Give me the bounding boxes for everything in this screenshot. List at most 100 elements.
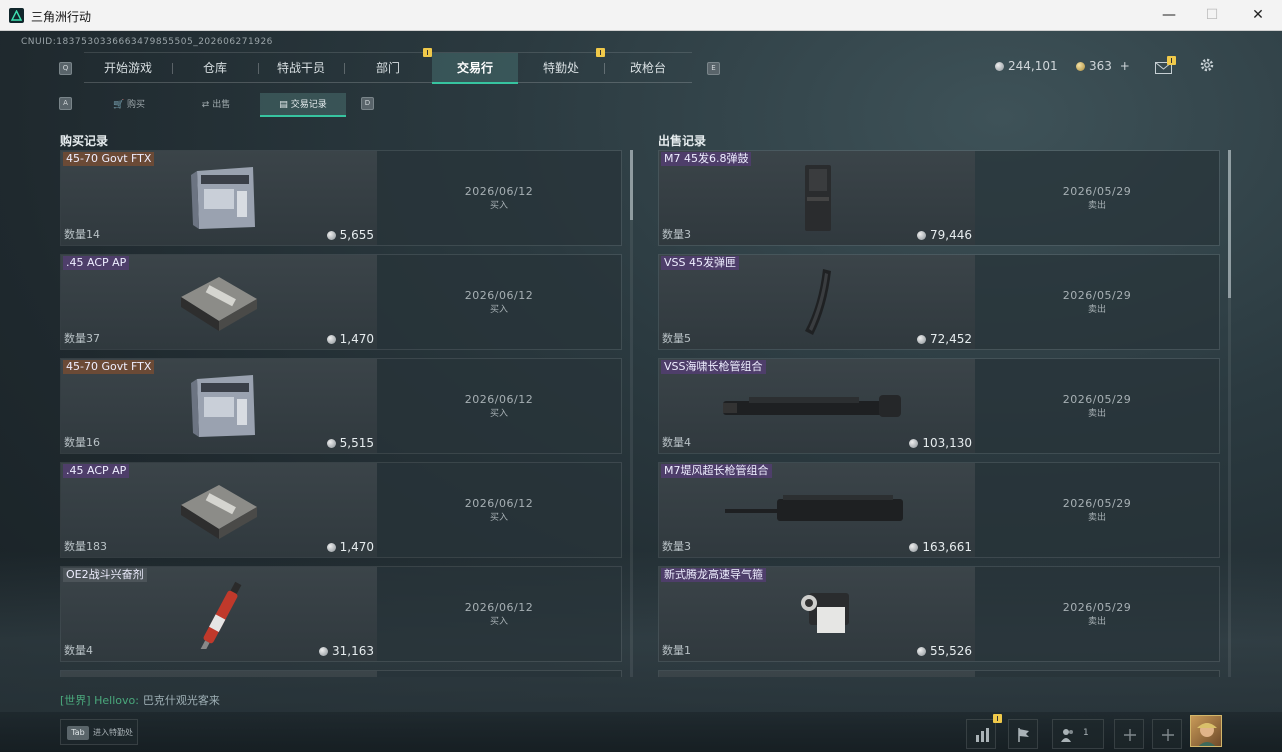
item-image-area: M7堤风超长枪管组合 数量3 163,661 [659,463,975,557]
item-image-area: VSS 45发弹匣 数量5 72,452 [659,255,975,349]
purchase-records-list[interactable]: 45-70 Govt FTX 数量14 5,655 2026/06/12 买入 … [60,150,624,677]
sales-record-item[interactable]: VSS 45发弹匣 数量5 72,452 2026/05/29 卖出 [658,254,1220,350]
avatar[interactable] [1190,715,1222,747]
purchase-scroll-thumb[interactable] [630,150,633,220]
sell-icon: ⇄ [201,100,210,110]
sales-scroll-thumb[interactable] [1228,150,1231,298]
stats-icon[interactable] [966,719,996,749]
gold-currency: 363 + [1076,59,1130,73]
record-date: 2026/05/29 [1062,185,1132,198]
world-chat-line[interactable]: [世界] Hellovo: 巴克什观光客来 [60,692,220,708]
sales-record-item[interactable]: 新式腾龙高速导气箍 数量1 55,526 2026/05/29 卖出 [658,566,1220,662]
item-image-area: .45 ACP AP 数量37 1,470 [61,255,377,349]
subtab-sell[interactable]: ⇄ 出售 [173,93,259,117]
subtab-next-key[interactable]: D [361,97,374,110]
close-button[interactable]: ✕ [1235,0,1281,31]
flag-icon[interactable] [1008,719,1038,749]
item-quantity: 数量1 [662,644,691,657]
purchase-record-item[interactable]: .45 ACP AP 数量183 1,470 2026/06/12 买入 [60,462,622,558]
friends-count: 1 [1083,728,1089,738]
tab-start-game[interactable]: 开始游戏 [84,53,172,84]
purchase-record-item-partial[interactable] [60,670,622,677]
subtab-buy[interactable]: 🛒 购买 [86,93,172,117]
subtab-records-label: 交易记录 [290,100,327,110]
item-image-area [659,671,975,677]
purchase-records-title: 购买记录 [60,134,109,148]
record-action: 卖出 [1087,305,1106,315]
item-price-value: 5,515 [339,436,374,450]
subtab-buy-label: 购买 [127,100,146,110]
record-detail: 2026/05/29 卖出 [975,151,1219,245]
tab-special-ops[interactable]: 特勤处 [518,53,604,84]
gold-coin-icon [1076,62,1085,71]
subtab-prev-key[interactable]: A [59,97,72,110]
item-name: M7堤风超长枪管组合 [661,464,772,478]
record-date: 2026/06/12 [464,393,534,406]
record-detail: 2026/05/29 卖出 [975,359,1219,453]
tab-operators[interactable]: 特战干员 [258,53,344,84]
silver-coin-icon [917,231,926,240]
enter-special-ops-hint[interactable]: Tab 进入特勤处 [60,719,138,745]
ammo-box-small-icon [171,475,271,545]
special-ops-alert-badge [596,48,605,57]
item-price-value: 31,163 [332,644,374,658]
tab-warehouse[interactable]: 仓库 [172,53,258,84]
item-quantity: 数量4 [662,436,691,449]
item-price: 5,515 [326,436,374,450]
item-price: 163,661 [909,540,972,554]
record-action: 买入 [489,201,508,211]
purchase-record-item[interactable]: 45-70 Govt FTX 数量14 5,655 2026/06/12 买入 [60,150,622,246]
add-teammate-slot-2[interactable] [1152,719,1182,749]
mail-alert-badge [1167,56,1176,65]
record-action: 卖出 [1087,617,1106,627]
chat-message: 巴克什观光客来 [142,694,220,707]
record-detail: 2026/05/29 卖出 [975,567,1219,661]
purchase-scrollbar[interactable] [630,150,633,677]
item-price: 79,446 [917,228,972,242]
item-quantity: 数量4 [64,644,93,657]
item-name: VSS海啸长枪管组合 [661,360,766,374]
record-date: 2026/06/12 [464,601,534,614]
record-action: 买入 [489,617,508,627]
item-price-value: 55,526 [930,644,972,658]
sales-record-item-partial[interactable] [658,670,1220,677]
purchase-record-item[interactable]: OE2战斗兴奋剂 数量4 31,163 2026/06/12 买入 [60,566,622,662]
purchase-record-item[interactable]: 45-70 Govt FTX 数量16 5,515 2026/06/12 买入 [60,358,622,454]
silver-coin-icon [326,439,336,448]
record-action: 卖出 [1087,201,1106,211]
item-quantity: 数量183 [64,540,107,553]
item-quantity: 数量14 [64,228,100,241]
minimize-button[interactable]: — [1146,0,1192,31]
maximize-button[interactable]: ☐ [1189,0,1235,31]
enter-special-ops-label: 进入特勤处 [93,728,133,737]
sales-scrollbar[interactable] [1228,150,1231,677]
item-quantity: 数量3 [662,228,691,241]
item-name: OE2战斗兴奋剂 [63,568,147,582]
tab-gunsmith[interactable]: 改枪台 [604,53,692,84]
sales-records-list[interactable]: M7 45发6.8弹鼓 数量3 79,446 2026/05/29 卖出 VSS… [658,150,1222,677]
tab-trading[interactable]: 交易行 [432,53,518,84]
add-teammate-slot-1[interactable] [1114,719,1144,749]
syringe-icon [171,579,271,649]
record-action: 买入 [489,305,508,315]
tab-department[interactable]: 部门 [344,53,432,84]
sales-record-item[interactable]: M7堤风超长枪管组合 数量3 163,661 2026/05/29 卖出 [658,462,1220,558]
sales-record-item[interactable]: M7 45发6.8弹鼓 数量3 79,446 2026/05/29 卖出 [658,150,1220,246]
record-icon: ▤ [279,100,288,110]
nav-prev-key[interactable]: Q [59,62,72,75]
item-image-area: 新式腾龙高速导气箍 数量1 55,526 [659,567,975,661]
item-price-value: 79,446 [930,228,972,242]
subtab-records[interactable]: ▤ 交易记录 [260,93,346,117]
gold-amount: 363 [1089,59,1112,73]
add-currency-button[interactable]: + [1120,59,1130,73]
gear-icon[interactable] [1199,57,1215,73]
item-price: 31,163 [319,644,374,658]
purchase-record-item[interactable]: .45 ACP AP 数量37 1,470 2026/06/12 买入 [60,254,622,350]
friends-button[interactable]: 1 [1052,719,1104,749]
nav-next-key[interactable]: E [707,62,720,75]
record-detail: 2026/06/12 买入 [377,463,621,557]
item-price-value: 103,130 [922,436,972,450]
sales-record-item[interactable]: VSS海啸长枪管组合 数量4 103,130 2026/05/29 卖出 [658,358,1220,454]
record-detail: 2026/05/29 卖出 [975,463,1219,557]
item-image-area: M7 45发6.8弹鼓 数量3 79,446 [659,151,975,245]
